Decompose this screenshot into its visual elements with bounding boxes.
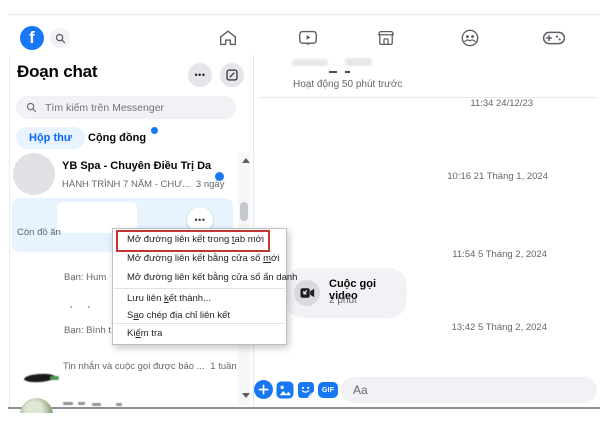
- redacted-name: [92, 403, 101, 406]
- groups-icon: [459, 27, 481, 49]
- redacted-smudge: [50, 376, 59, 380]
- message-timestamp: 11:54 5 Tháng 2, 2024: [347, 249, 547, 260]
- top-divider: [8, 14, 600, 15]
- gaming-icon: [541, 26, 565, 50]
- sticker-button[interactable]: [297, 381, 315, 399]
- compose-icon: [225, 68, 239, 82]
- message-timestamp: 11:34 24/12/23: [333, 98, 533, 109]
- sticker-icon: [297, 381, 315, 399]
- search-icon: [26, 102, 37, 113]
- avatar[interactable]: [13, 153, 55, 195]
- redacted-chat-name: [292, 59, 328, 66]
- menu-item-open-link-incognito[interactable]: Mở đường liên kết bằng cửa sổ ẩn danh: [113, 269, 286, 287]
- activity-status: Hoạt động 50 phút trước: [293, 79, 402, 90]
- marketplace-tab[interactable]: [374, 26, 398, 50]
- plus-icon: [258, 384, 269, 395]
- selected-preview-text: Còn đồ ăn: [17, 227, 61, 238]
- redacted-name: [116, 403, 122, 406]
- communities-badge-dot: [151, 127, 158, 134]
- gaming-tab[interactable]: [541, 26, 565, 50]
- link-context-menu: Mở đường liên kết trong tab mới Mở đường…: [112, 228, 287, 345]
- groups-tab[interactable]: [458, 26, 482, 50]
- scrollbar-thumb[interactable]: [240, 202, 248, 221]
- search-input[interactable]: [43, 101, 217, 115]
- home-tab[interactable]: [216, 26, 240, 50]
- redacted-name: [63, 402, 73, 405]
- message-timestamp: 13:42 5 Tháng 2, 2024: [347, 322, 547, 333]
- redacted-mark: [345, 71, 350, 73]
- messenger-window: f: [0, 0, 605, 422]
- menu-item-save-link-as[interactable]: Lưu liên kết thành...: [113, 290, 286, 308]
- video-camera-icon: [300, 287, 315, 299]
- new-message-button[interactable]: [220, 63, 244, 87]
- video-call-bubble[interactable]: Cuộc gọi video 2 phút: [285, 268, 407, 318]
- marketplace-icon: [375, 27, 397, 49]
- page-title: Đoạn chat: [17, 62, 97, 82]
- facebook-logo-icon[interactable]: f: [20, 26, 44, 50]
- conversation-preview[interactable]: HÀNH TRÌNH 7 NĂM - CHƯ... 3 ngày: [62, 179, 222, 190]
- scrollbar-up-arrow[interactable]: [242, 158, 250, 163]
- redacted-name: [78, 402, 85, 405]
- sidebar-search[interactable]: [16, 96, 236, 119]
- screenshot-bottom-edge: [8, 407, 600, 409]
- annotation-highlight-box: [116, 230, 270, 252]
- chats-options-button[interactable]: •••: [188, 63, 212, 87]
- list-item[interactable]: Tin nhắn và cuộc gọi được bảo ... 1 tuần: [63, 361, 237, 372]
- watch-tab[interactable]: [296, 26, 320, 50]
- video-call-icon-wrap: [294, 280, 320, 306]
- gif-button[interactable]: GIF: [318, 382, 338, 398]
- search-button[interactable]: [50, 28, 70, 48]
- menu-separator: [114, 323, 285, 324]
- tab-communities[interactable]: Cộng đồng: [88, 132, 146, 144]
- scrollbar-down-arrow[interactable]: [242, 393, 250, 398]
- attach-more-button[interactable]: [254, 380, 273, 399]
- bottom-margin: [0, 413, 605, 422]
- menu-item-open-link-new-window[interactable]: Mở đường liên kết bằng cửa sổ mới: [113, 250, 286, 268]
- list-item[interactable]: Bạn: Hum: [64, 272, 106, 283]
- list-item[interactable]: Bạn: Bình t: [64, 325, 111, 336]
- menu-separator: [114, 288, 285, 289]
- photo-button[interactable]: [276, 381, 294, 399]
- tab-inbox[interactable]: Hộp thư: [16, 127, 85, 149]
- message-timestamp: 10:16 21 Tháng 1, 2024: [348, 171, 548, 182]
- home-icon: [217, 27, 239, 49]
- redacted-text-dot: [88, 306, 90, 308]
- redacted-mark: [329, 71, 337, 73]
- video-call-duration: 2 phút: [329, 295, 357, 306]
- page-left-border: [9, 55, 10, 408]
- redacted-chat-name: [345, 58, 372, 66]
- message-input[interactable]: Aa: [341, 377, 597, 403]
- watch-icon: [297, 27, 319, 49]
- menu-item-inspect[interactable]: Kiểm tra: [113, 325, 286, 343]
- search-icon: [55, 33, 66, 44]
- redacted-text-dot: [70, 306, 72, 308]
- photo-icon: [276, 381, 294, 399]
- conversation-title[interactable]: YB Spa - Chuyên Điều Trị Da Li...: [62, 160, 214, 172]
- unread-indicator: [215, 172, 224, 181]
